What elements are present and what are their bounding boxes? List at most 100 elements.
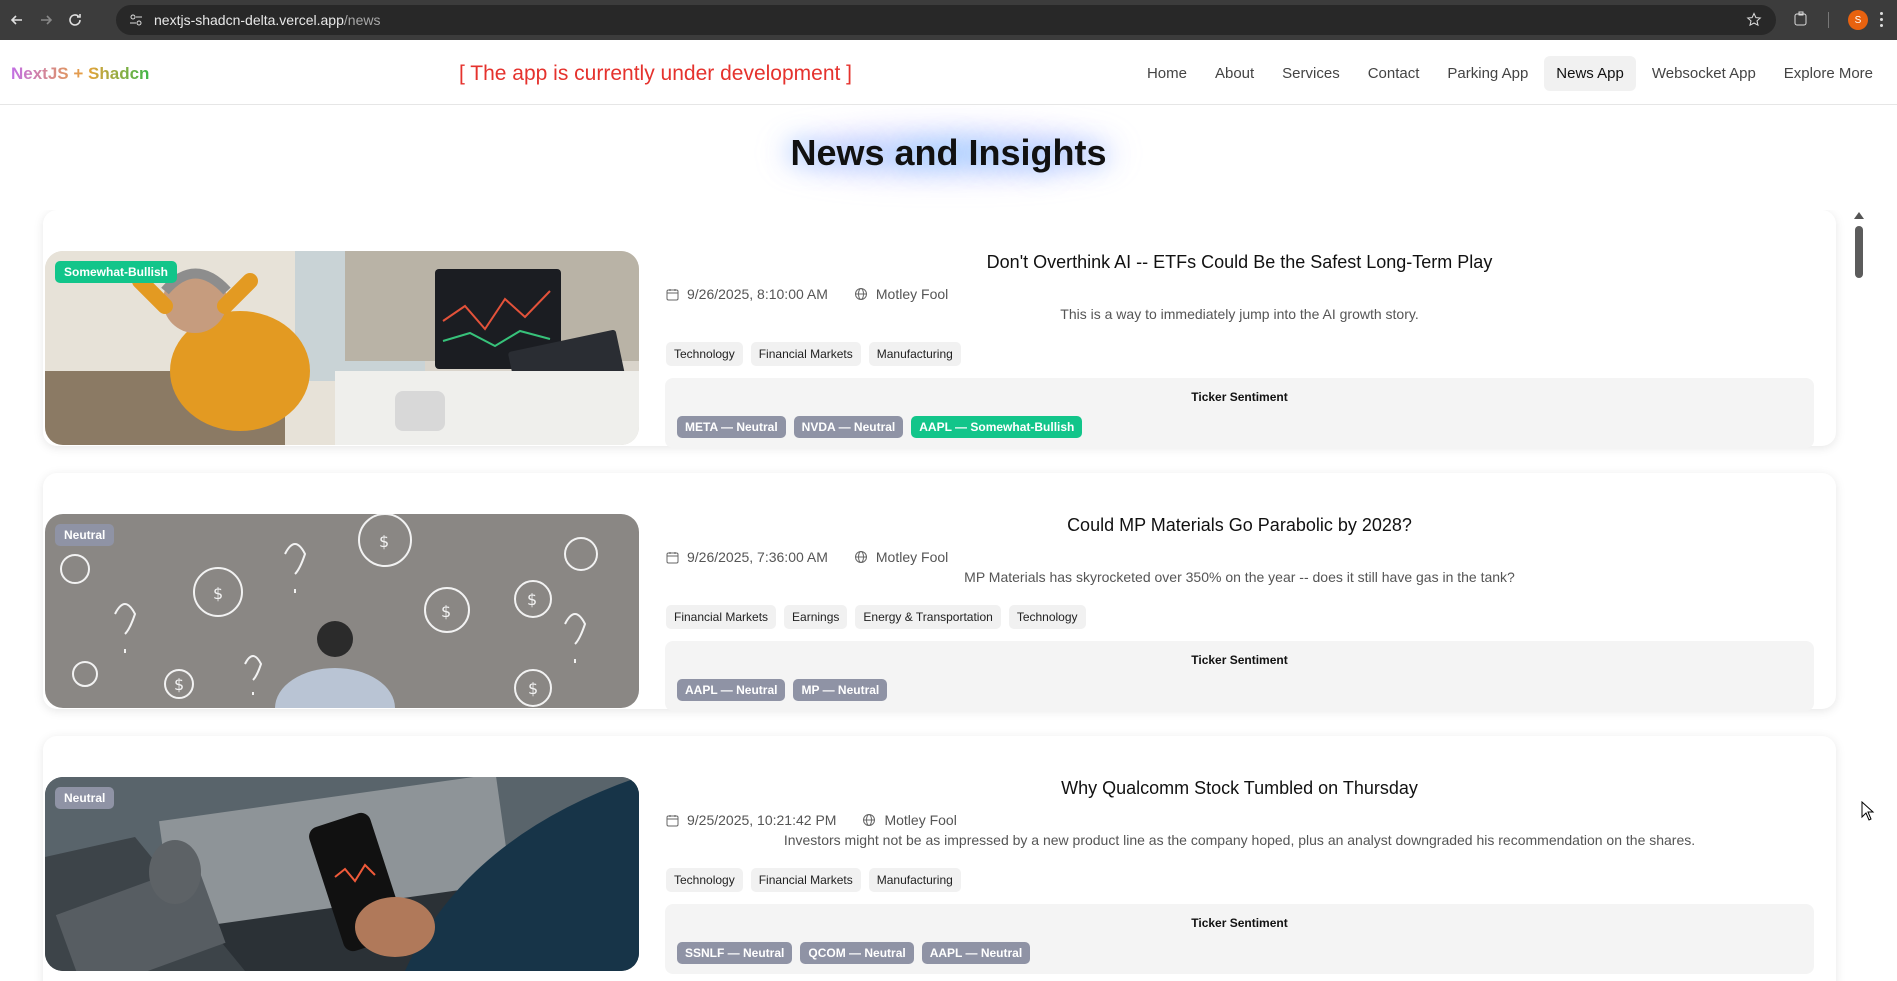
article-title[interactable]: Could MP Materials Go Parabolic by 2028? <box>665 515 1814 536</box>
calendar-icon <box>666 288 679 300</box>
article-date: 9/25/2025, 10:21:42 PM <box>687 812 837 828</box>
svg-text:$: $ <box>527 590 537 609</box>
calendar-icon <box>666 814 679 826</box>
article-source: Motley Fool <box>875 549 949 565</box>
article-date: 9/26/2025, 8:10:00 AM <box>687 286 828 302</box>
svg-text:$: $ <box>174 675 184 694</box>
url-text: nextjs-shadcn-delta.vercel.app/news <box>154 12 380 28</box>
article-title[interactable]: Don't Overthink AI -- ETFs Could Be the … <box>665 252 1814 273</box>
globe-icon <box>854 288 867 300</box>
ticker-chips: META — Neutral NVDA — Neutral AAPL — Som… <box>677 416 1083 438</box>
url-host: nextjs-shadcn-delta.vercel.app <box>154 12 344 28</box>
scroll-thumb[interactable] <box>1855 226 1863 278</box>
topic-tag: Technology <box>666 342 743 366</box>
ticker-chip: AAPL — Somewhat-Bullish <box>911 416 1083 438</box>
article-title[interactable]: Why Qualcomm Stock Tumbled on Thursday <box>665 778 1814 799</box>
article-meta: 9/25/2025, 10:21:42 PM Motley Fool <box>666 812 957 828</box>
ticker-chip: QCOM — Neutral <box>800 942 914 964</box>
topic-tag: Financial Markets <box>666 605 777 629</box>
ticker-chip: MP — Neutral <box>793 679 888 701</box>
topic-tag: Financial Markets <box>750 342 861 366</box>
url-path: /news <box>343 12 381 28</box>
ticker-sentiment-panel: Ticker Sentiment META — Neutral NVDA — N… <box>665 378 1814 448</box>
news-card[interactable]: Somewhat-Bullish Don't Overthink AI -- E… <box>43 210 1836 448</box>
nav-about[interactable]: About <box>1203 56 1266 91</box>
page-title-wrap: News and Insights <box>0 120 1897 186</box>
extensions-icon[interactable] <box>1792 10 1810 28</box>
article-image[interactable]: Neutral <box>45 777 639 971</box>
ticker-chips: AAPL — Neutral MP — Neutral <box>677 679 888 701</box>
ticker-sentiment-heading: Ticker Sentiment <box>1191 390 1288 404</box>
article-image[interactable]: Somewhat-Bullish <box>45 251 639 445</box>
bookmark-star-icon[interactable] <box>1746 12 1762 28</box>
ticker-sentiment-panel: Ticker Sentiment SSNLF — Neutral QCOM — … <box>665 904 1814 974</box>
article-summary: This is a way to immediately jump into t… <box>1060 306 1419 322</box>
article-source-wrap: Motley Fool <box>862 812 957 828</box>
ticker-chip: NVDA — Neutral <box>793 416 904 438</box>
nav-parking-app[interactable]: Parking App <box>1435 56 1540 91</box>
article-tags: Financial Markets Earnings Energy & Tran… <box>666 605 1086 629</box>
svg-text:$: $ <box>528 679 538 698</box>
reload-icon[interactable] <box>63 8 87 32</box>
globe-icon <box>854 551 867 563</box>
nav-contact[interactable]: Contact <box>1356 56 1432 91</box>
topic-tag: Technology <box>666 868 743 892</box>
article-meta: 9/26/2025, 8:10:00 AM Motley Fool <box>666 286 948 302</box>
ticker-chip: META — Neutral <box>677 416 786 438</box>
article-source-wrap: Motley Fool <box>854 549 948 565</box>
nav-home[interactable]: Home <box>1135 56 1199 91</box>
nav-websocket-app[interactable]: Websocket App <box>1640 56 1768 91</box>
topic-tag: Manufacturing <box>868 342 961 366</box>
article-source: Motley Fool <box>884 812 957 828</box>
ticker-chip: AAPL — Neutral <box>677 679 786 701</box>
browser-menu-icon[interactable] <box>1876 10 1887 29</box>
news-card[interactable]: $ $ $ $ $ $ Neutral Could MP Materials Go Par… <box>43 473 1836 711</box>
sentiment-badge: Somewhat-Bullish <box>55 261 178 283</box>
sentiment-badge: Neutral <box>55 787 115 809</box>
article-tags: Technology Financial Markets Manufacturi… <box>666 342 961 366</box>
back-icon[interactable] <box>5 8 29 32</box>
calendar-icon <box>666 551 679 563</box>
svg-text:$: $ <box>213 584 223 603</box>
brand-logo[interactable]: NextJS + Shadcn <box>11 64 149 84</box>
sentiment-badge: Neutral <box>55 524 115 546</box>
news-feed: Somewhat-Bullish Don't Overthink AI -- E… <box>0 210 1880 981</box>
feed-scrollbar[interactable] <box>1852 212 1866 981</box>
article-meta: 9/26/2025, 7:36:00 AM Motley Fool <box>666 549 948 565</box>
article-summary: MP Materials has skyrocketed over 350% o… <box>964 569 1515 585</box>
ticker-sentiment-panel: Ticker Sentiment AAPL — Neutral MP — Neu… <box>665 641 1814 711</box>
article-tags: Technology Financial Markets Manufacturi… <box>666 868 961 892</box>
topic-tag: Earnings <box>784 605 848 629</box>
browser-toolbar: nextjs-shadcn-delta.vercel.app/news S <box>0 0 1897 40</box>
site-info-icon[interactable] <box>128 12 144 28</box>
ticker-chip: SSNLF — Neutral <box>677 942 793 964</box>
ticker-chip: AAPL — Neutral <box>921 942 1031 964</box>
main-nav: Home About Services Contact Parking App … <box>1135 56 1885 91</box>
forward-icon[interactable] <box>34 8 58 32</box>
globe-icon <box>863 814 876 826</box>
article-source-wrap: Motley Fool <box>854 286 948 302</box>
ticker-sentiment-heading: Ticker Sentiment <box>1191 916 1288 930</box>
nav-news-app[interactable]: News App <box>1544 56 1636 91</box>
profile-avatar[interactable]: S <box>1848 10 1868 30</box>
topic-tag: Energy & Transportation <box>855 605 1001 629</box>
news-card[interactable]: Neutral Why Qualcomm Stock Tumbled on Th… <box>43 736 1836 981</box>
page-title: News and Insights <box>770 120 1126 186</box>
ticker-sentiment-heading: Ticker Sentiment <box>1191 653 1288 667</box>
nav-explore-more[interactable]: Explore More <box>1772 56 1885 91</box>
ticker-chips: SSNLF — Neutral QCOM — Neutral AAPL — Ne… <box>677 942 1031 964</box>
nav-services[interactable]: Services <box>1270 56 1352 91</box>
article-date: 9/26/2025, 7:36:00 AM <box>687 549 828 565</box>
mouse-cursor-icon <box>1861 801 1875 821</box>
address-bar[interactable]: nextjs-shadcn-delta.vercel.app/news <box>116 5 1776 35</box>
svg-text:$: $ <box>441 602 451 621</box>
topic-tag: Financial Markets <box>750 868 861 892</box>
scroll-up-arrow-icon[interactable] <box>1854 212 1864 219</box>
article-summary: Investors might not be as impressed by a… <box>783 832 1696 848</box>
app-header: NextJS + Shadcn [ The app is currently u… <box>0 40 1897 105</box>
topic-tag: Manufacturing <box>868 868 961 892</box>
svg-text:$: $ <box>379 532 389 551</box>
toolbar-divider <box>1828 12 1829 28</box>
dev-banner: [ The app is currently under development… <box>459 62 853 85</box>
article-image[interactable]: $ $ $ $ $ $ Neutral <box>45 514 639 708</box>
